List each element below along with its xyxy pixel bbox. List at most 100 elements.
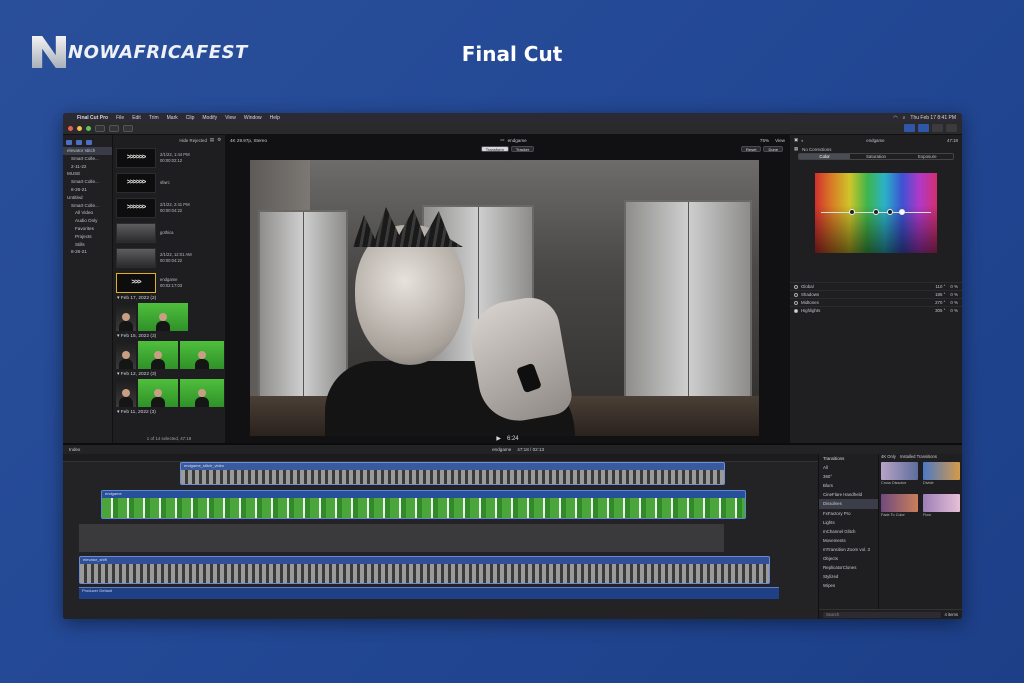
menu-view[interactable]: View: [225, 115, 236, 121]
show-timeline-toggle[interactable]: [918, 124, 929, 132]
timeline-project[interactable]: endgame: [492, 447, 511, 452]
reset-button[interactable]: Reset: [740, 146, 762, 152]
import-button[interactable]: [95, 124, 105, 132]
library-item[interactable]: Smart Colle...: [63, 155, 112, 163]
menu-mark[interactable]: Mark: [167, 115, 178, 121]
done-button[interactable]: Done: [763, 146, 783, 152]
menu-clock[interactable]: Thu Feb 17 8:41 PM: [910, 115, 956, 121]
param-angle[interactable]: 185 °: [935, 292, 945, 297]
clip-thumbnail[interactable]: [138, 341, 178, 369]
library-item[interactable]: Favorites: [63, 225, 112, 233]
gap-clip[interactable]: [79, 524, 724, 552]
menu-window[interactable]: Window: [244, 115, 262, 121]
photos-icon[interactable]: [76, 139, 82, 145]
color-board[interactable]: [815, 173, 937, 253]
category-item[interactable]: Lights: [819, 518, 878, 527]
transition-item[interactable]: Divide: [923, 462, 960, 488]
show-inspector-toggle[interactable]: [932, 124, 943, 132]
library-item[interactable]: Untitled: [63, 194, 112, 202]
timeline-clip[interactable]: elevator_shift: [79, 556, 770, 584]
menu-trim[interactable]: Trim: [149, 115, 159, 121]
clip-thumbnail[interactable]: >>>>>>: [116, 197, 156, 218]
timeline-clip[interactable]: endgame: [101, 490, 746, 519]
param-angle[interactable]: 110 °: [935, 284, 945, 289]
menu-file[interactable]: File: [116, 115, 124, 121]
category-item[interactable]: All: [819, 463, 878, 472]
video-frame[interactable]: [250, 160, 759, 436]
browser-filter[interactable]: Hide Rejected: [179, 138, 207, 143]
background-tasks-button[interactable]: [123, 124, 133, 132]
clip-row-selected[interactable]: >>> endgame 00:02:17:03: [113, 270, 225, 295]
keywords-button[interactable]: [109, 124, 119, 132]
menu-edit[interactable]: Edit: [132, 115, 141, 121]
param-row[interactable]: Highlights 305 ° 0 %: [790, 306, 962, 314]
shadows-puck[interactable]: [873, 209, 879, 215]
correction-selector[interactable]: ▦ No Corrections: [790, 145, 962, 153]
timeline[interactable]: endgame_stitch_video endgame elevator_sh…: [63, 454, 818, 619]
global-puck[interactable]: [849, 209, 855, 215]
menu-modify[interactable]: Modify: [202, 115, 217, 121]
category-item[interactable]: FxFactory Pro: [819, 509, 878, 518]
param-pct[interactable]: 0 %: [950, 284, 958, 289]
transition-item[interactable]: Flow: [923, 494, 960, 520]
clip-thumbnail[interactable]: [116, 247, 156, 268]
clip-thumbnail[interactable]: [138, 379, 178, 407]
tab-saturation[interactable]: Saturation: [850, 154, 901, 159]
tab-exposure[interactable]: Exposure: [902, 154, 953, 159]
tracker-mode-button[interactable]: Tracker: [510, 146, 535, 152]
clip-thumbnail[interactable]: [116, 379, 136, 407]
library-item[interactable]: All Video: [63, 209, 112, 217]
date-group-header[interactable]: ▾ Feb 15, 2022 (3): [113, 333, 225, 341]
transitions-search-input[interactable]: Search: [823, 611, 941, 618]
show-browser-toggle[interactable]: [904, 124, 915, 132]
timeline-ruler[interactable]: [63, 454, 818, 462]
clip-thumbnail[interactable]: [116, 303, 136, 331]
play-icon[interactable]: ▶: [496, 435, 501, 442]
search-icon[interactable]: ⌕: [903, 115, 906, 121]
tab-color[interactable]: Color: [799, 154, 851, 159]
param-pct[interactable]: 0 %: [950, 300, 958, 305]
4k-only-toggle[interactable]: 4K Only: [881, 454, 896, 459]
audio-clip[interactable]: Producer Default: [79, 587, 779, 599]
param-pct[interactable]: 0 %: [950, 308, 958, 313]
clip-thumbnail[interactable]: >>>>>>: [116, 172, 156, 193]
color-inspector-icon[interactable]: ◐: [801, 138, 804, 143]
param-row[interactable]: Global 110 ° 0 %: [790, 282, 962, 290]
video-inspector-icon[interactable]: ▣: [794, 137, 798, 143]
clip-thumbnail[interactable]: [116, 341, 136, 369]
menu-help[interactable]: Help: [270, 115, 280, 121]
category-item-selected[interactable]: Dissolves: [819, 499, 878, 509]
index-button[interactable]: Index: [69, 447, 80, 452]
category-item[interactable]: Movements: [819, 536, 878, 545]
libraries-icon[interactable]: [66, 139, 72, 145]
category-item[interactable]: Blurs: [819, 481, 878, 490]
midtones-puck[interactable]: [887, 209, 893, 215]
correction-label[interactable]: No Corrections: [802, 147, 831, 152]
clip-row[interactable]: gothica: [113, 220, 225, 245]
date-group-header[interactable]: ▾ Feb 12, 2022 (3): [113, 371, 225, 379]
param-angle[interactable]: 270 °: [935, 300, 945, 305]
param-pct[interactable]: 0 %: [950, 292, 958, 297]
date-group-header[interactable]: ▾ Feb 11, 2022 (3): [113, 409, 225, 417]
library-item[interactable]: Stills: [63, 241, 112, 249]
clip-thumbnail[interactable]: >>>>>>: [116, 147, 156, 168]
param-row[interactable]: Midtones 270 ° 0 %: [790, 298, 962, 306]
library-item[interactable]: Projects: [63, 233, 112, 241]
viewer-zoom[interactable]: 75%: [760, 138, 769, 143]
library-item[interactable]: elevator stitch: [63, 147, 112, 155]
category-item[interactable]: mChannel Glitch: [819, 527, 878, 536]
clip-row[interactable]: >>>>>> 2/1/22, 1:44 PM 00:00:02:12: [113, 145, 225, 170]
library-item[interactable]: 8-26-21: [63, 186, 112, 194]
clip-thumbnail[interactable]: [116, 222, 156, 243]
library-item[interactable]: MUSE: [63, 170, 112, 178]
library-item[interactable]: Audio Only: [63, 217, 112, 225]
library-item[interactable]: Smart Colle...: [63, 202, 112, 210]
clip-row[interactable]: >>>>>> sfwrc: [113, 170, 225, 195]
library-item[interactable]: 8-26-21: [63, 248, 112, 256]
highlights-puck[interactable]: [899, 209, 905, 215]
library-item[interactable]: Smart Colle...: [63, 178, 112, 186]
filmstrip-view-icon[interactable]: ▤: [210, 137, 214, 143]
wifi-icon[interactable]: ◠: [893, 115, 897, 121]
category-item[interactable]: CineFlare Handheld: [819, 490, 878, 499]
clip-thumbnail[interactable]: >>>: [116, 272, 156, 293]
